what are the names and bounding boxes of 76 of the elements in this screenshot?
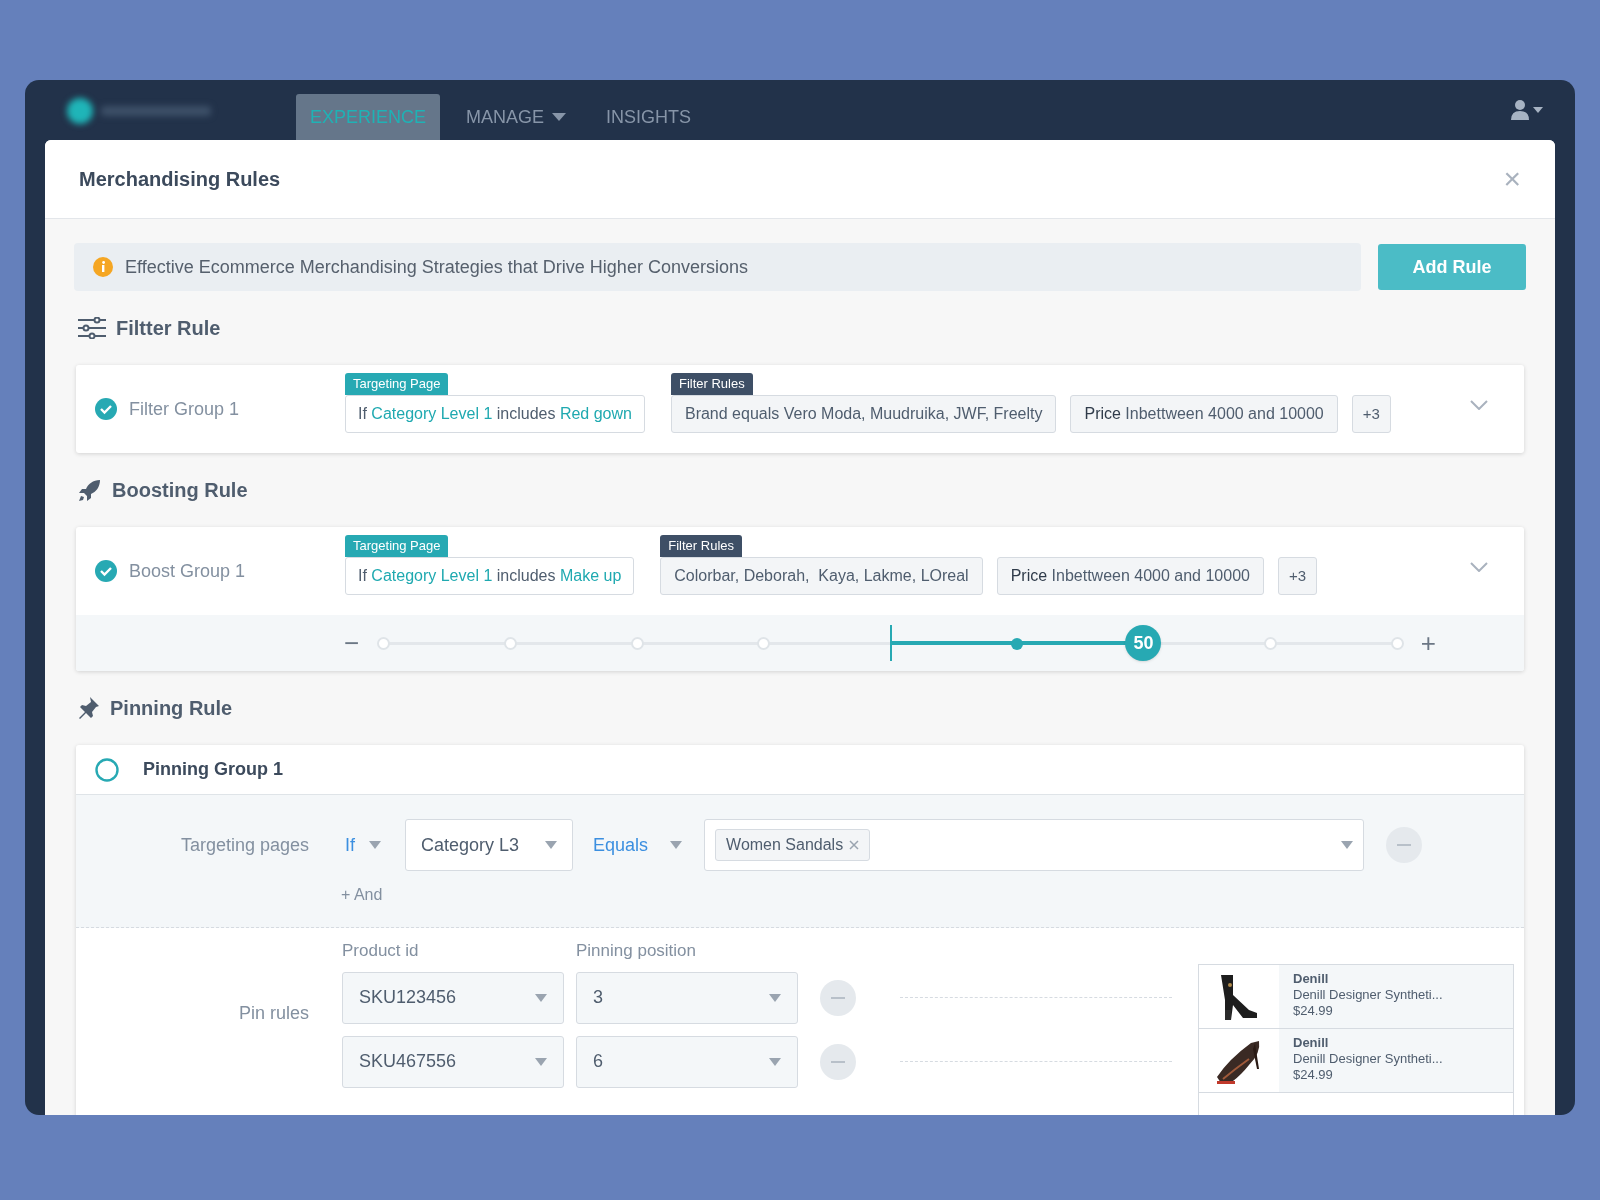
product-item[interactable]: Denill Denill Designer Syntheti... $24.99: [1199, 1029, 1513, 1093]
product-brand: Denill: [1293, 971, 1330, 987]
targeting-condition: If Category Level 1 includes Make up: [345, 556, 635, 595]
info-icon: [93, 257, 113, 277]
remove-button[interactable]: [1386, 827, 1423, 863]
filter-chip: Price Inbettween 4000 and 10000: [996, 556, 1264, 595]
user-menu-icon[interactable]: [1511, 100, 1543, 120]
position-dropdown[interactable]: 6: [576, 1035, 798, 1088]
caret-icon: [670, 841, 683, 849]
group-name: Pinning Group 1: [143, 758, 283, 781]
targeting-page-label: Targeting Page: [345, 373, 449, 395]
radio-circle-icon[interactable]: [95, 757, 119, 782]
caret-icon: [369, 841, 381, 849]
product-item[interactable]: Denill Denill Designer Syntheti... $24.99: [1199, 965, 1513, 1029]
slider-thumb[interactable]: 50: [1125, 625, 1162, 661]
check-circle-icon[interactable]: [95, 398, 117, 420]
modal-title: Merchandising Rules: [79, 167, 281, 192]
group-name: Boost Group 1: [129, 559, 246, 583]
remove-button[interactable]: [820, 979, 856, 1016]
operator-dropdown[interactable]: If: [345, 831, 381, 859]
position-dropdown[interactable]: 3: [576, 971, 798, 1024]
minus-button[interactable]: −: [344, 630, 360, 656]
product-price: $24.99: [1293, 1003, 1334, 1019]
caret-icon: [545, 841, 557, 849]
section-title: Pinning Rule: [110, 696, 233, 721]
product-name: Denill Designer Syntheti...: [1293, 1051, 1443, 1067]
banner-text: Effective Ecommerce Merchandising Strategies that Drive Higher Conversions: [125, 255, 748, 279]
values-select[interactable]: Women Sandals: [704, 819, 1365, 871]
plus-button[interactable]: +: [1420, 630, 1436, 656]
product-dropdown[interactable]: SKU467556: [342, 1035, 564, 1088]
chevron-down-icon[interactable]: [1470, 400, 1488, 410]
caret-icon: [535, 1057, 547, 1066]
field-label: Pin rules: [238, 1003, 309, 1023]
minus-icon: [831, 1060, 845, 1063]
nav-tab[interactable]: INSIGHTS: [592, 94, 706, 140]
field-label: Targeting pages: [179, 833, 309, 857]
column-header: Product id: [342, 940, 420, 962]
caret-icon: [1341, 841, 1354, 849]
filter-chip: Price Inbettween 4000 and 10000: [1070, 394, 1338, 433]
caret-icon: [769, 1057, 781, 1066]
slider-step: [1010, 638, 1023, 650]
filter-rules-label: Filter Rules: [670, 373, 753, 395]
minus-icon: [831, 996, 845, 999]
targeting-page-label: Targeting Page: [345, 535, 449, 557]
category-dropdown[interactable]: Category L3: [405, 819, 573, 871]
value-tag: Women Sandals: [715, 829, 871, 861]
chevron-down-icon[interactable]: [1470, 562, 1488, 572]
close-icon[interactable]: [849, 840, 860, 850]
targeting-condition: If Category Level 1 includes Red gown: [345, 394, 645, 433]
section-title: Boosting Rule: [112, 478, 248, 503]
close-button[interactable]: ×: [1503, 164, 1521, 194]
nav-tab[interactable]: MANAGE: [452, 94, 581, 140]
remove-button[interactable]: [820, 1043, 856, 1080]
product-dropdown[interactable]: SKU123456: [342, 971, 564, 1024]
filter-rules-label: Filter Rules: [660, 535, 743, 557]
product-brand: Denill: [1293, 1035, 1330, 1051]
logo-icon: [67, 98, 211, 124]
more-count[interactable]: +3: [1351, 394, 1391, 433]
sliders-icon: [78, 317, 106, 339]
pin-icon: [78, 696, 100, 720]
add-rule-button[interactable]: Add Rule: [1378, 244, 1526, 290]
group-name: Filter Group 1: [129, 397, 240, 421]
check-circle-icon[interactable]: [95, 560, 117, 582]
minus-icon: [1397, 844, 1412, 846]
rocket-icon: [78, 478, 102, 502]
comparator-dropdown[interactable]: Equals: [593, 831, 683, 859]
more-count[interactable]: +3: [1277, 556, 1318, 595]
caret-icon: [535, 993, 547, 1002]
product-price: $24.99: [1293, 1067, 1334, 1083]
add-condition-link[interactable]: + And: [341, 883, 383, 907]
column-header: Pinning position: [576, 940, 698, 962]
filter-chip: Colorbar, Deborah, Kaya, Lakme, LOreal: [660, 556, 983, 595]
caret-icon: [769, 993, 781, 1002]
section-title: Filtter Rule: [116, 316, 221, 341]
product-name: Denill Designer Syntheti...: [1293, 987, 1443, 1003]
filter-chip: Brand equals Vero Moda, Muudruika, JWF, Freelty: [670, 394, 1057, 433]
